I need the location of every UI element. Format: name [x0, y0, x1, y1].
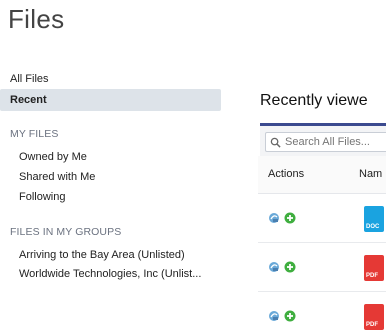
pdf-file-icon[interactable]: PDF — [364, 304, 384, 330]
main-title: Recently viewe — [260, 92, 368, 109]
add-icon[interactable] — [284, 212, 296, 224]
row-actions — [268, 261, 296, 273]
search-box[interactable] — [265, 132, 386, 152]
groups-header: FILES IN MY GROUPS — [10, 226, 122, 238]
sidebar: Files All Files Recent MY FILES Owned by… — [0, 0, 228, 330]
row-actions — [268, 310, 296, 322]
sidebar-item-shared-with-me[interactable]: Shared with Me — [19, 171, 95, 183]
my-files-header: MY FILES — [10, 128, 59, 140]
column-header-actions[interactable]: Actions — [268, 168, 304, 180]
file-type-label: DOC — [366, 224, 380, 230]
sidebar-item-following[interactable]: Following — [19, 191, 65, 203]
doc-file-icon[interactable]: DOC — [364, 206, 384, 232]
search-bar — [260, 123, 386, 156]
page-title: Files — [8, 4, 65, 34]
table-row: DOC — [258, 194, 386, 243]
add-icon[interactable] — [284, 310, 296, 322]
column-header-name[interactable]: Nam — [359, 168, 382, 180]
table-row: PDF — [258, 243, 386, 292]
sync-icon[interactable] — [268, 261, 280, 273]
search-icon — [270, 137, 281, 148]
search-input[interactable] — [285, 136, 385, 148]
sidebar-item-group-bay-area[interactable]: Arriving to the Bay Area (Unlisted) — [19, 249, 185, 261]
sync-icon[interactable] — [268, 212, 280, 224]
nav-recent[interactable]: Recent — [0, 89, 221, 111]
sidebar-item-group-worldwide[interactable]: Worldwide Technologies, Inc (Unlist... — [19, 268, 201, 280]
table-row: PDF — [258, 292, 386, 330]
row-actions — [268, 212, 296, 224]
main-panel: Recently viewe Actions Nam — [258, 90, 386, 330]
add-icon[interactable] — [284, 261, 296, 273]
table-header: Actions Nam — [258, 156, 386, 194]
sidebar-item-owned-by-me[interactable]: Owned by Me — [19, 151, 87, 163]
file-type-label: PDF — [366, 322, 378, 328]
file-type-label: PDF — [366, 273, 378, 279]
nav-all-files[interactable]: All Files — [0, 68, 221, 90]
pdf-file-icon[interactable]: PDF — [364, 255, 384, 281]
sync-icon[interactable] — [268, 310, 280, 322]
